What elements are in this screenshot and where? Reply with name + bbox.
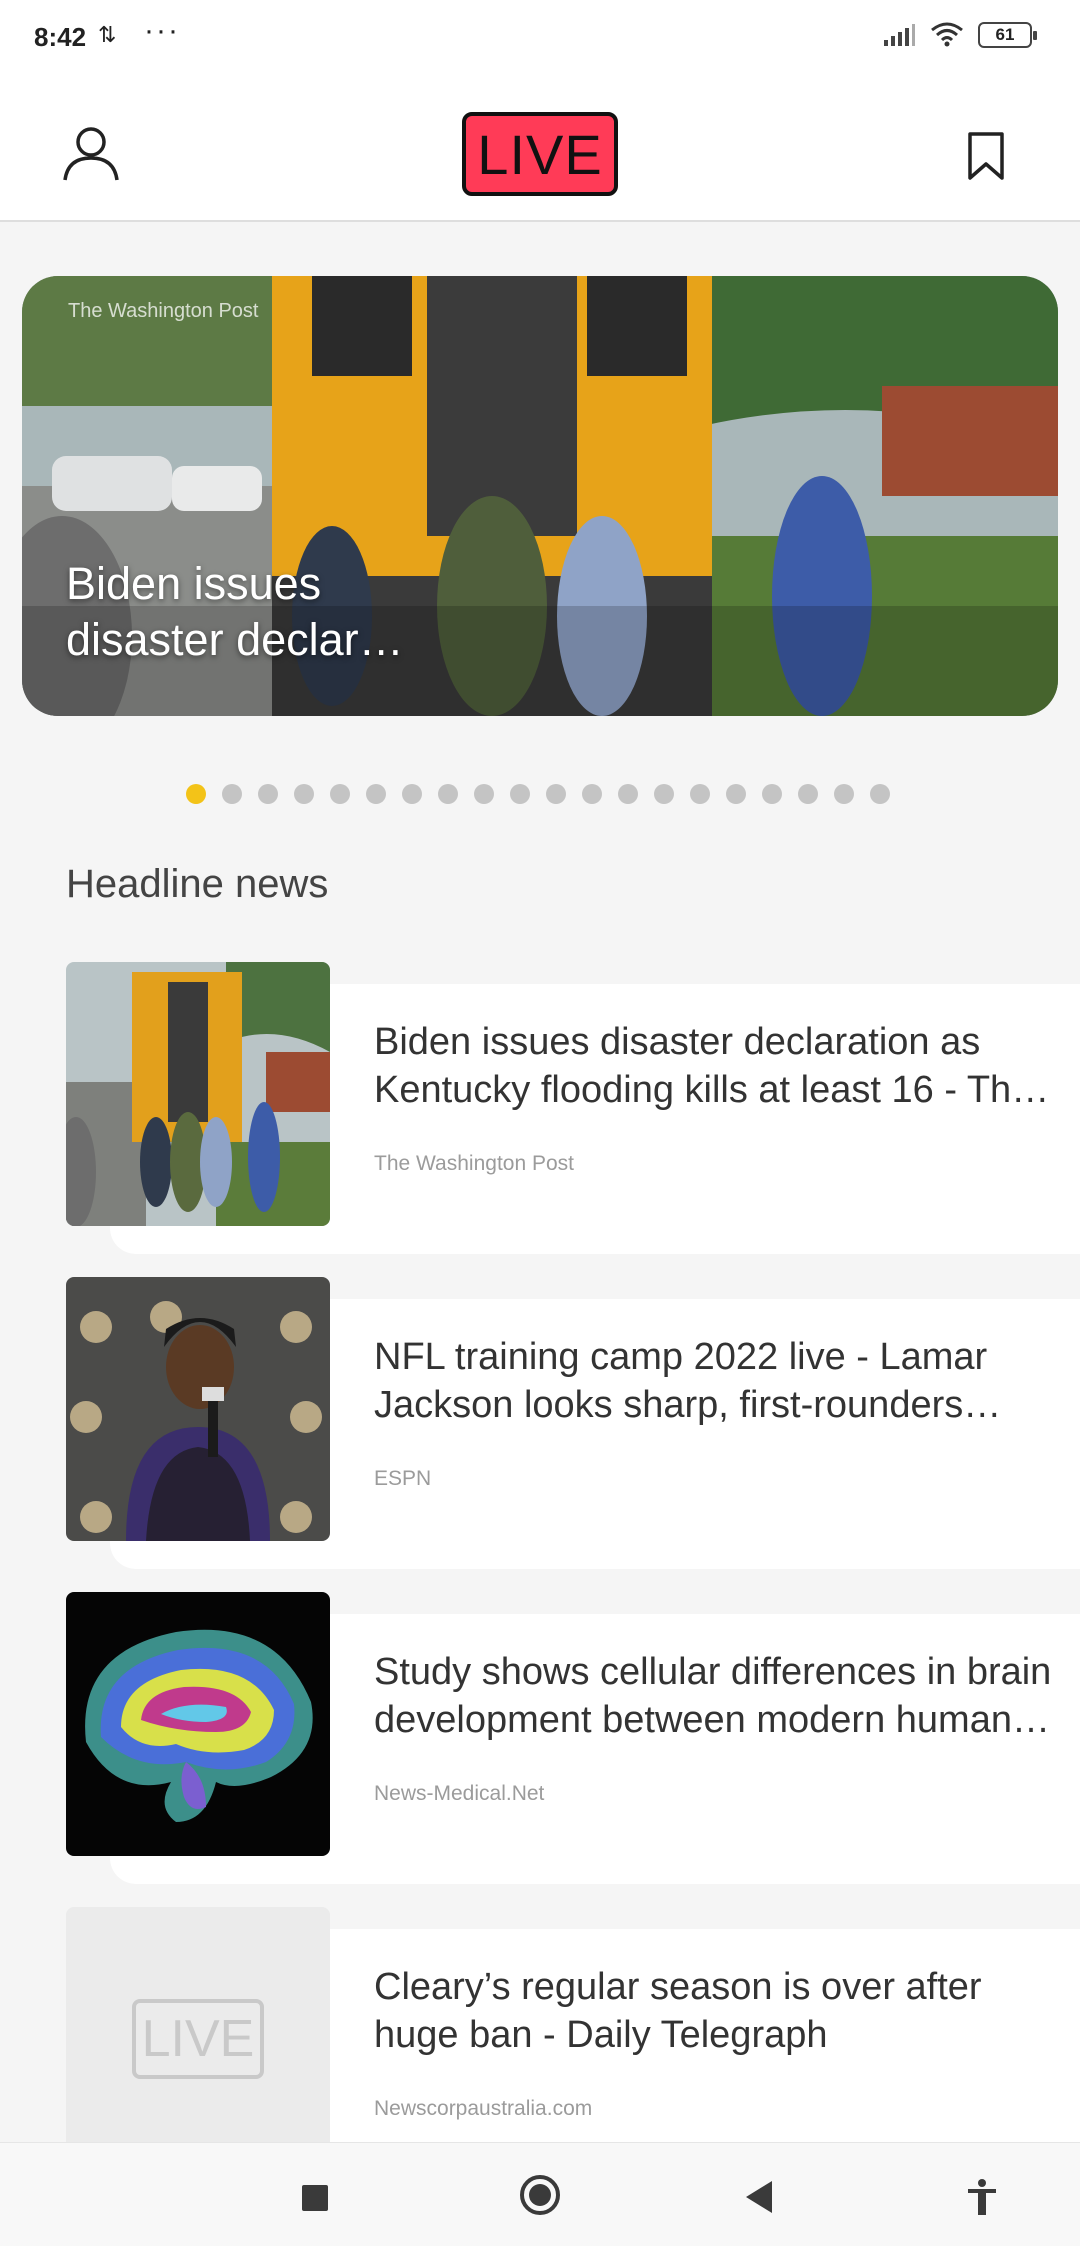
bookmark-icon (968, 132, 1004, 180)
pagination-dot[interactable] (258, 784, 278, 804)
data-transfer-icon: ⇅ (98, 22, 117, 47)
pagination-dot[interactable] (834, 784, 854, 804)
home-button[interactable] (520, 2175, 560, 2215)
pagination-dot[interactable] (366, 784, 386, 804)
featured-headline: Biden issues disaster declar… (66, 558, 404, 665)
status-time: 8:42 (34, 22, 87, 52)
news-thumbnail (66, 1277, 330, 1541)
status-bar: 8:42 ⇅ ··· 61 (0, 0, 1080, 74)
pagination-dot[interactable] (222, 784, 242, 804)
news-thumbnail-placeholder: LIVE (66, 1907, 330, 2171)
bookmarks-button[interactable] (964, 130, 1008, 182)
news-source: Newscorpaustralia.com (374, 2097, 593, 2120)
app-header: LIVE (0, 74, 1080, 222)
pagination-dot[interactable] (726, 784, 746, 804)
system-navigation-bar (0, 2142, 1080, 2246)
recent-apps-button[interactable] (302, 2185, 328, 2211)
pagination-dot[interactable] (510, 784, 530, 804)
accessibility-button[interactable] (962, 2177, 1002, 2217)
pagination-dot[interactable] (402, 784, 422, 804)
pagination-dot-active[interactable] (186, 784, 206, 804)
news-headline: Study shows cellular differences in brai… (374, 1651, 1052, 1741)
news-source: ESPN (374, 1467, 432, 1490)
pagination-dot[interactable] (546, 784, 566, 804)
user-icon (63, 127, 119, 181)
status-icons: 61 (882, 22, 1037, 48)
pagination-dot[interactable] (582, 784, 602, 804)
signal-icon (884, 24, 915, 46)
news-headline: Biden issues disaster declaration as Ken… (374, 1021, 1033, 1111)
pagination-dot[interactable] (474, 784, 494, 804)
live-logo: LIVE (462, 112, 618, 196)
more-notifications-icon: ··· (144, 14, 180, 47)
pagination-dot[interactable] (870, 784, 890, 804)
source-watermark: The Washington Post (68, 300, 259, 322)
profile-button[interactable] (60, 122, 122, 184)
accessibility-icon (968, 2179, 996, 2215)
news-list-item[interactable]: NFL training camp 2022 live - Lamar Jack… (0, 1277, 1080, 1569)
back-button[interactable] (746, 2181, 772, 2213)
pagination-dot[interactable] (654, 784, 674, 804)
pagination-dot[interactable] (798, 784, 818, 804)
news-list-item[interactable]: Biden issues disaster declaration as Ken… (0, 962, 1080, 1254)
section-title: Headline news (66, 862, 329, 906)
pagination-dot[interactable] (690, 784, 710, 804)
battery-indicator: 61 (978, 22, 1037, 48)
placeholder-live-logo: LIVE (132, 1999, 264, 2079)
news-source: The Washington Post (374, 1152, 574, 1175)
pagination-dot[interactable] (294, 784, 314, 804)
news-headline: NFL training camp 2022 live - Lamar Jack… (374, 1336, 988, 1426)
app-screen: 8:42 ⇅ ··· 61 LIVE The Washington Post B… (0, 0, 1080, 2246)
pagination-dot[interactable] (618, 784, 638, 804)
featured-carousel-slide[interactable]: The Washington Post Biden issues disaste… (22, 276, 1058, 716)
carousel-pagination (186, 784, 890, 804)
pagination-dot[interactable] (762, 784, 782, 804)
wifi-icon (931, 22, 963, 47)
pagination-dot[interactable] (438, 784, 458, 804)
news-thumbnail (66, 962, 330, 1226)
news-list-item[interactable]: Study shows cellular differences in brai… (0, 1592, 1080, 1884)
news-source: News-Medical.Net (374, 1782, 545, 1805)
news-headline: Cleary’s regular season is over after hu… (374, 1966, 982, 2056)
pagination-dot[interactable] (330, 784, 350, 804)
news-thumbnail (66, 1592, 330, 1856)
